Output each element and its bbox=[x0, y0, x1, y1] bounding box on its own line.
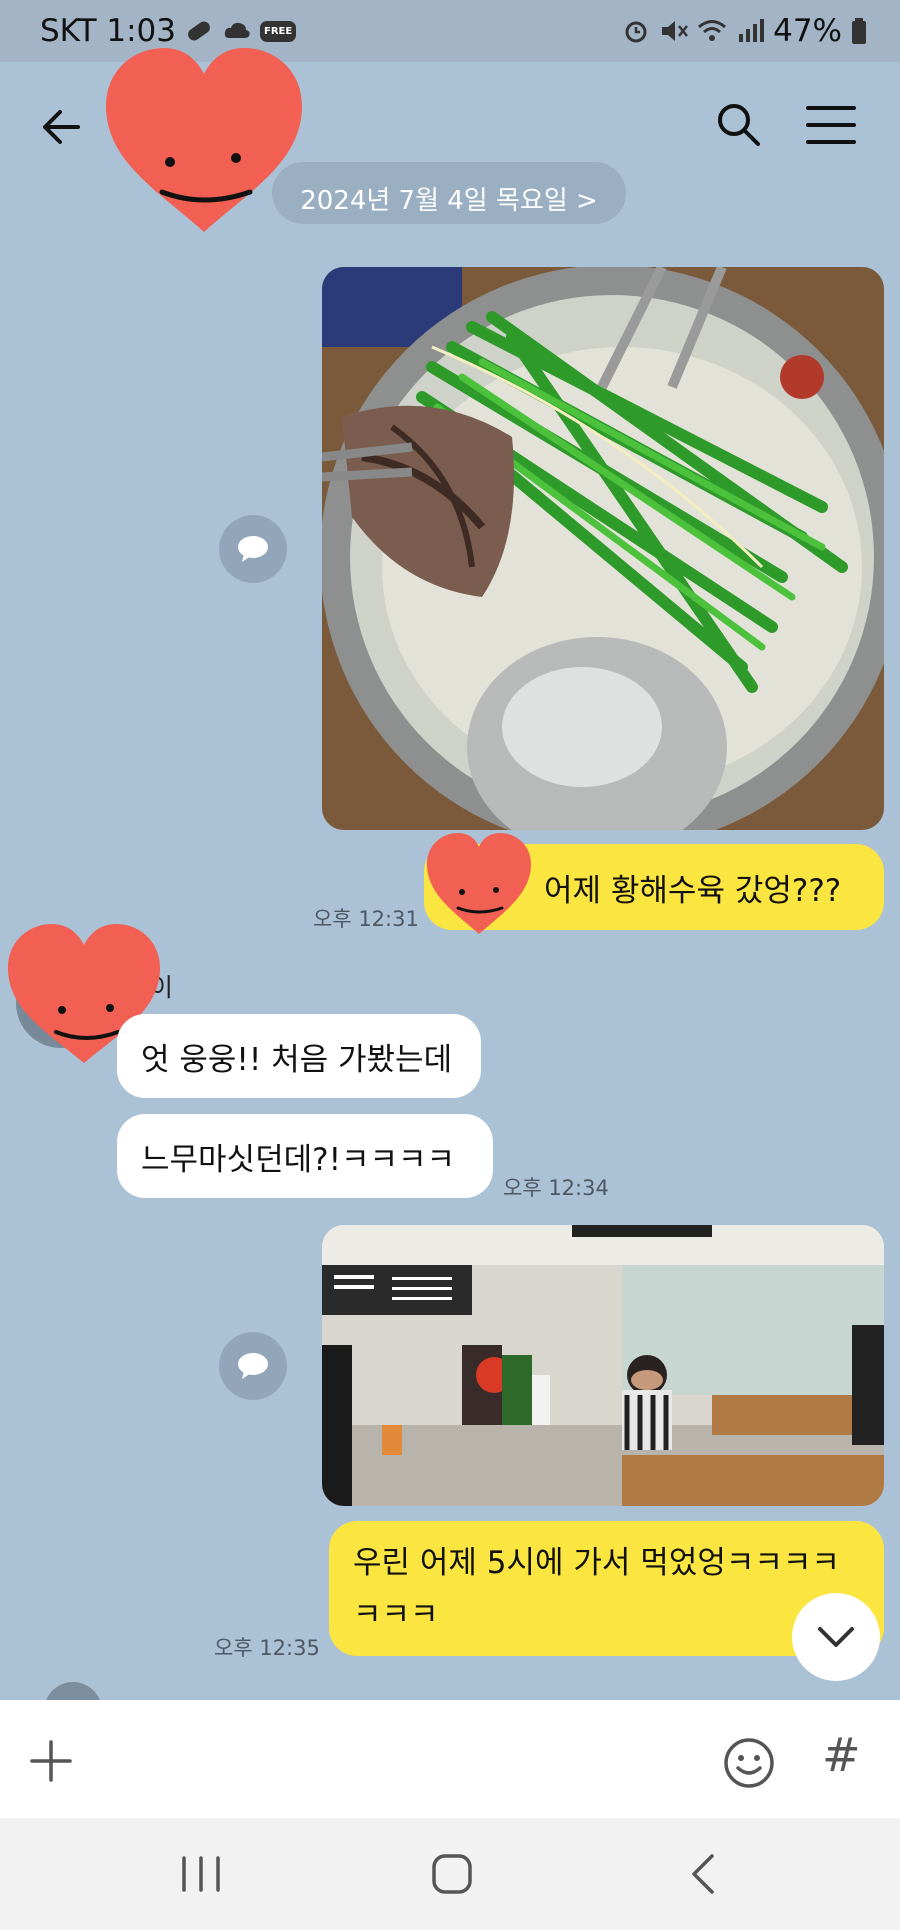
chat-share-icon bbox=[238, 536, 268, 562]
message-time: 오후 12:31 bbox=[313, 907, 419, 931]
message-input-bar: # bbox=[0, 1700, 900, 1818]
chevron-down-icon bbox=[818, 1627, 854, 1647]
share-button[interactable] bbox=[219, 1332, 287, 1400]
plus-icon[interactable] bbox=[30, 1740, 72, 1782]
hamburger-menu-icon[interactable] bbox=[806, 104, 856, 146]
their-message-bubble[interactable]: 엇 웅웅!! 처음 가봤는데 bbox=[117, 1014, 481, 1098]
message-time: 오후 12:35 bbox=[214, 1636, 320, 1660]
message-text-line-1: 우린 어제 5시에 가서 먹었엉ㅋㅋㅋㅋ bbox=[353, 1544, 840, 1581]
search-icon[interactable] bbox=[714, 100, 762, 148]
chat-share-icon bbox=[238, 1353, 268, 1379]
home-icon[interactable] bbox=[427, 1852, 477, 1896]
message-time: 오후 12:34 bbox=[503, 1176, 609, 1200]
their-message-bubble[interactable]: 느무마싯던데?!ㅋㅋㅋㅋ bbox=[117, 1114, 493, 1198]
battery-icon bbox=[852, 18, 866, 44]
share-button[interactable] bbox=[219, 515, 287, 583]
wifi-icon bbox=[698, 20, 727, 41]
recent-apps-icon[interactable] bbox=[176, 1852, 226, 1896]
free-badge: FREE bbox=[260, 20, 297, 42]
signal-icon bbox=[739, 19, 765, 42]
hot-pot-photo[interactable] bbox=[322, 267, 884, 830]
smiley-heart-sticker bbox=[427, 833, 531, 934]
hot-pot-image bbox=[322, 267, 884, 830]
battery-percent: 47% bbox=[773, 13, 842, 49]
date-divider[interactable]: 2024년 7월 4일 목요일 > bbox=[272, 162, 626, 224]
cloud-icon bbox=[224, 22, 250, 38]
pill-icon bbox=[188, 21, 210, 41]
back-nav-icon[interactable] bbox=[680, 1852, 730, 1896]
scroll-to-bottom-button[interactable] bbox=[792, 1593, 880, 1681]
restaurant-image bbox=[322, 1225, 884, 1506]
message-text: 어제 황해수육 갔엉??? bbox=[544, 872, 842, 909]
system-navigation-bar bbox=[0, 1818, 900, 1930]
message-text: 엇 웅웅!! 처음 가봤는데 bbox=[141, 1041, 453, 1078]
back-arrow-icon[interactable] bbox=[38, 102, 88, 152]
hashtag-search-button[interactable]: # bbox=[822, 1728, 861, 1782]
message-text-line-2: ㅋㅋㅋ bbox=[353, 1596, 439, 1633]
restaurant-photo[interactable] bbox=[322, 1225, 884, 1506]
message-text: 느무마싯던데?!ㅋㅋㅋㅋ bbox=[141, 1141, 456, 1178]
smiley-heart-sticker bbox=[106, 48, 302, 232]
mute-icon bbox=[662, 21, 689, 41]
alarm-icon bbox=[625, 21, 647, 43]
emoji-icon[interactable] bbox=[722, 1736, 776, 1790]
